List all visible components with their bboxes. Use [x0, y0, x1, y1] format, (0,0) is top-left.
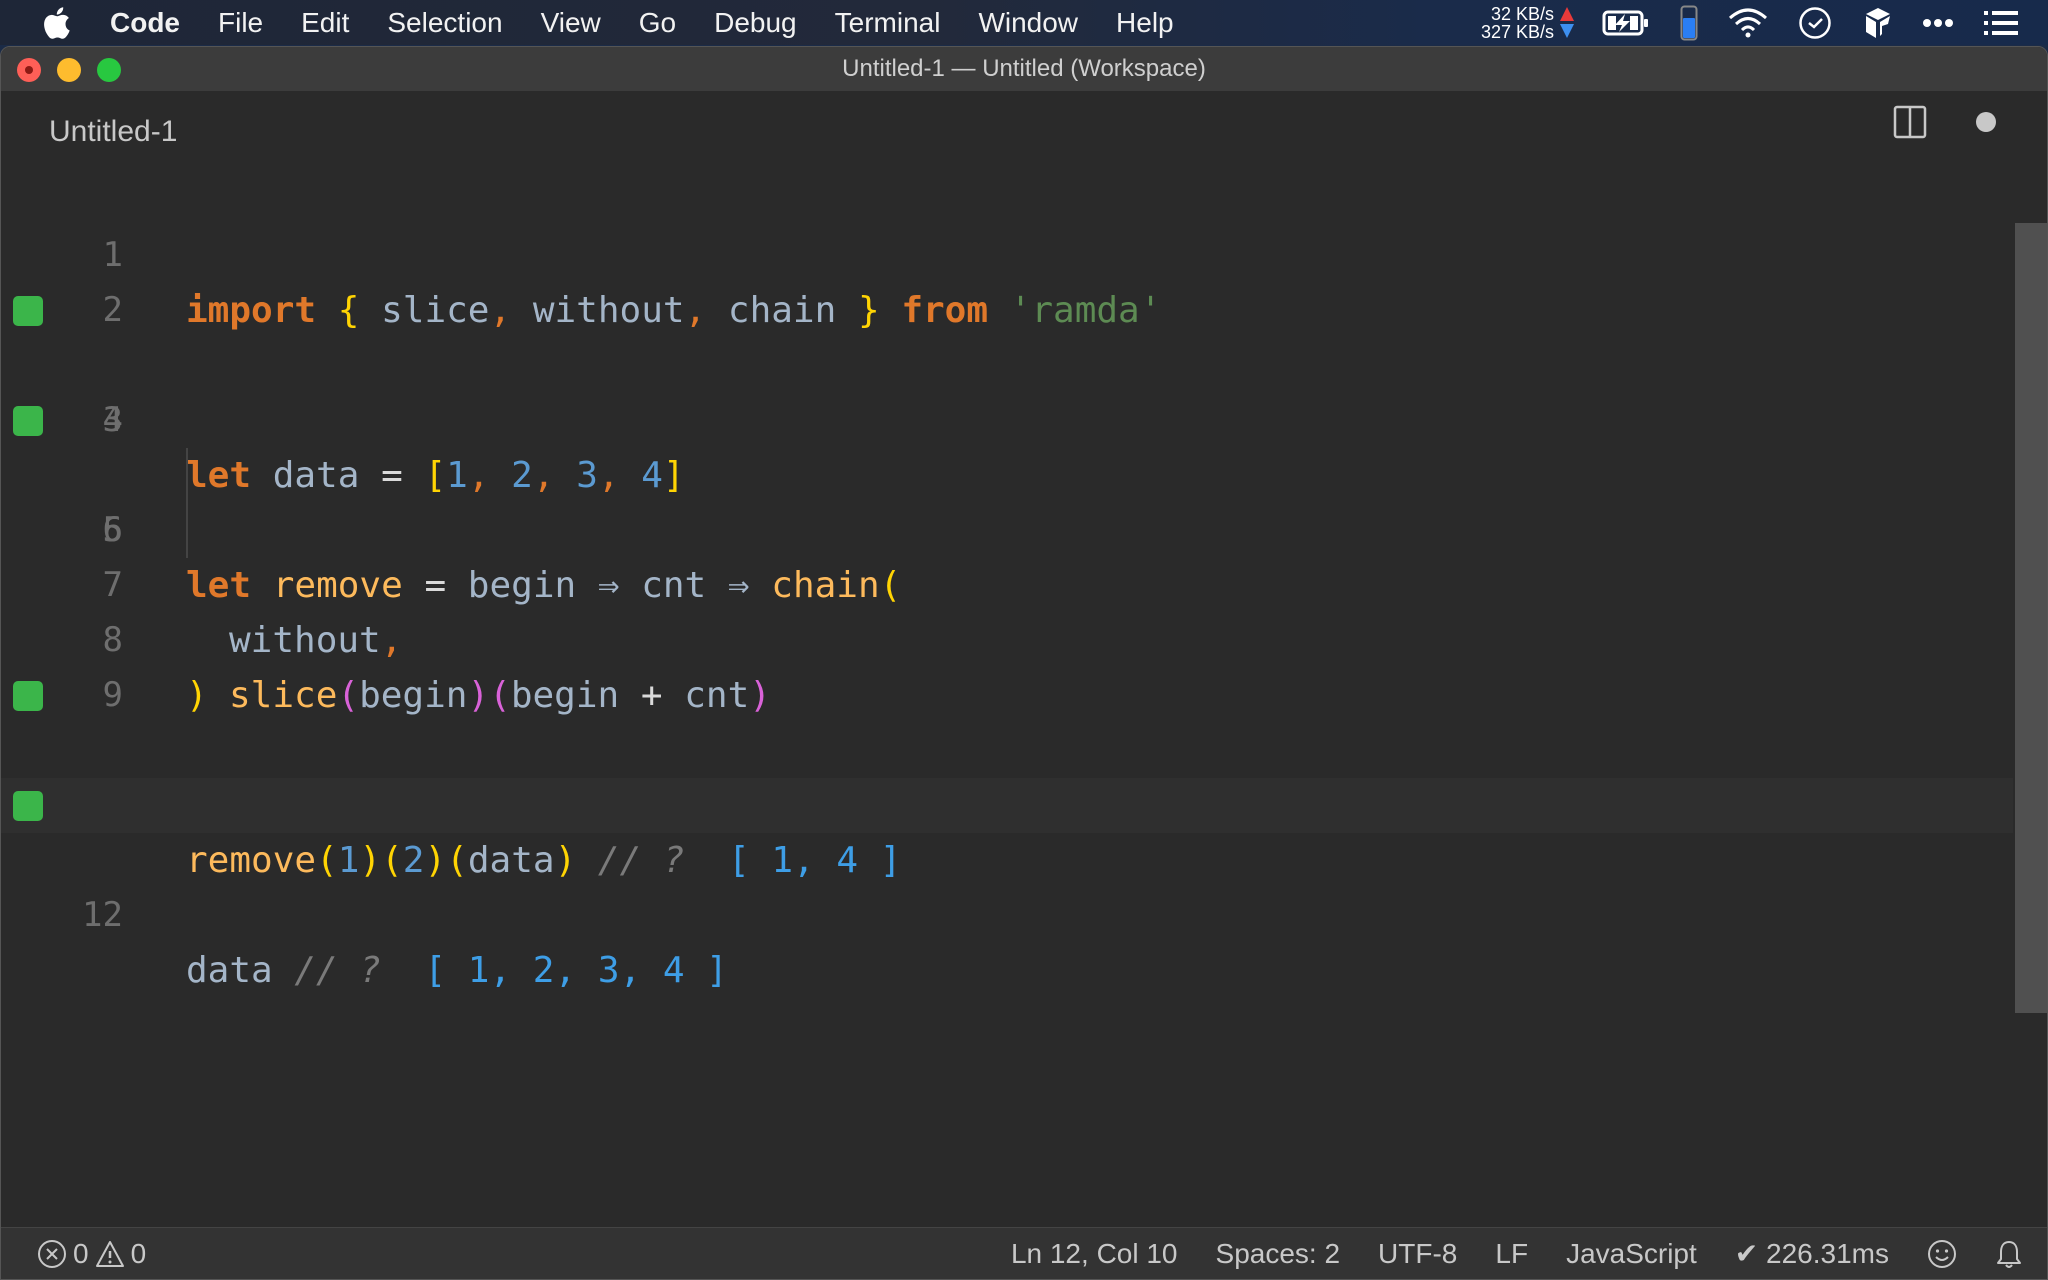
inline-result: [ 1, 2, 3, 4 ] — [402, 950, 728, 991]
encoding[interactable]: UTF-8 — [1378, 1238, 1457, 1270]
indent-guide — [186, 448, 188, 503]
error-count: 0 — [73, 1237, 89, 1269]
code-line: 1 import { slice, without, chain } from … — [1, 173, 2013, 331]
code-line: 8 ) — [1, 558, 2013, 716]
clock-icon[interactable] — [1798, 6, 1832, 40]
feedback-smiley-icon[interactable] — [1927, 1239, 1957, 1269]
code-line: 9 — [1, 613, 2013, 715]
code-line-current: 12 data // ? [ 1, 2, 3, 4 ] — [1, 778, 2013, 991]
code-line: 7 slice(begin)(begin + cnt) — [1, 503, 2013, 716]
coverage-marker-icon — [13, 406, 43, 436]
apple-logo-icon[interactable] — [38, 5, 74, 41]
maximize-window-button[interactable] — [97, 58, 121, 82]
menu-bar: Code File Edit Selection View Go Debug T… — [0, 0, 2048, 45]
error-icon — [37, 1239, 67, 1269]
menu-selection[interactable]: Selection — [387, 7, 502, 39]
code-line: 10 remove(1)(2)(data) // ? [ 1, 4 ] — [1, 668, 2013, 881]
coverage-marker-icon — [13, 681, 43, 711]
line-code: data // ? [ 1, 2, 3, 4 ] — [186, 950, 728, 991]
code-line: 6 without, — [1, 448, 2013, 661]
split-editor-icon[interactable] — [1893, 105, 1927, 139]
quokka-timing[interactable]: ✔ 226.31ms — [1735, 1237, 1889, 1270]
warning-icon — [95, 1239, 125, 1269]
menu-debug[interactable]: Debug — [714, 7, 797, 39]
menu-code[interactable]: Code — [110, 7, 180, 39]
battery-charging-icon[interactable] — [1602, 9, 1650, 37]
status-tray: 32 KB/s 327 KB/s — [1481, 0, 2048, 45]
tab-untitled-1[interactable]: Untitled-1 — [49, 115, 177, 149]
menu-window[interactable]: Window — [978, 7, 1078, 39]
minimize-window-button[interactable] — [57, 58, 81, 82]
end-of-line[interactable]: LF — [1495, 1238, 1528, 1270]
editor-window: Untitled-1 — Untitled (Workspace) Untitl… — [0, 46, 2048, 1280]
code-line: 5 let remove = begin ⇒ cnt ⇒ chain( — [1, 393, 2013, 606]
tab-bar: Untitled-1 — [1, 91, 2047, 173]
menu-help[interactable]: Help — [1116, 7, 1174, 39]
window-controls — [17, 58, 121, 82]
language-mode[interactable]: JavaScript — [1566, 1238, 1697, 1270]
wifi-icon[interactable] — [1728, 8, 1768, 38]
download-arrow-icon — [1560, 24, 1574, 38]
problems-indicator[interactable]: 0 0 — [37, 1238, 146, 1270]
inline-result: [ 1, 4 ] — [706, 840, 902, 881]
indent-guide — [186, 503, 188, 558]
title-bar: Untitled-1 — Untitled (Workspace) — [1, 47, 2047, 91]
code-line: 3 let data = [1, 2, 3, 4] — [1, 283, 2013, 496]
status-bar: 0 0 Ln 12, Col 10 Spaces: 2 UTF-8 LF Jav… — [1, 1227, 2047, 1279]
window-title: Untitled-1 — Untitled (Workspace) — [842, 55, 1206, 82]
notifications-bell-icon[interactable] — [1995, 1239, 2023, 1269]
more-icon[interactable] — [1922, 18, 1954, 28]
menu-file[interactable]: File — [218, 7, 263, 39]
cursor-position[interactable]: Ln 12, Col 10 — [1011, 1238, 1178, 1270]
line-number: 12 — [82, 895, 123, 935]
code-line: 2 — [1, 228, 2013, 330]
menu-edit[interactable]: Edit — [301, 7, 349, 39]
menu-go[interactable]: Go — [639, 7, 676, 39]
indentation[interactable]: Spaces: 2 — [1216, 1238, 1341, 1270]
coverage-marker-icon — [13, 296, 43, 326]
close-window-button[interactable] — [17, 58, 41, 82]
warning-count: 0 — [130, 1237, 147, 1269]
battery-level-icon[interactable] — [1680, 5, 1698, 41]
upload-arrow-icon — [1560, 7, 1574, 21]
coverage-marker-icon — [13, 791, 43, 821]
list-icon[interactable] — [1984, 10, 2018, 36]
network-arrows — [1560, 7, 1574, 38]
download-speed: 327 KB/s — [1480, 21, 1554, 42]
unsaved-changes-icon[interactable] — [1976, 112, 1996, 132]
menu-terminal[interactable]: Terminal — [835, 7, 941, 39]
code-editor[interactable]: 1 import { slice, without, chain } from … — [1, 173, 2047, 1226]
menu-view[interactable]: View — [541, 7, 601, 39]
network-speed[interactable]: 32 KB/s 327 KB/s — [1481, 5, 1554, 41]
vertical-scrollbar[interactable] — [2015, 223, 2047, 1013]
dropbox-like-icon[interactable] — [1862, 6, 1892, 40]
code-line: 11 — [1, 723, 2013, 825]
upload-speed: 32 KB/s — [1490, 3, 1554, 24]
status-bar-right: Ln 12, Col 10 Spaces: 2 UTF-8 LF JavaScr… — [973, 1237, 2023, 1270]
code-line: 4 — [1, 338, 2013, 440]
line-code: remove(1)(2)(data) // ? [ 1, 4 ] — [186, 840, 902, 881]
